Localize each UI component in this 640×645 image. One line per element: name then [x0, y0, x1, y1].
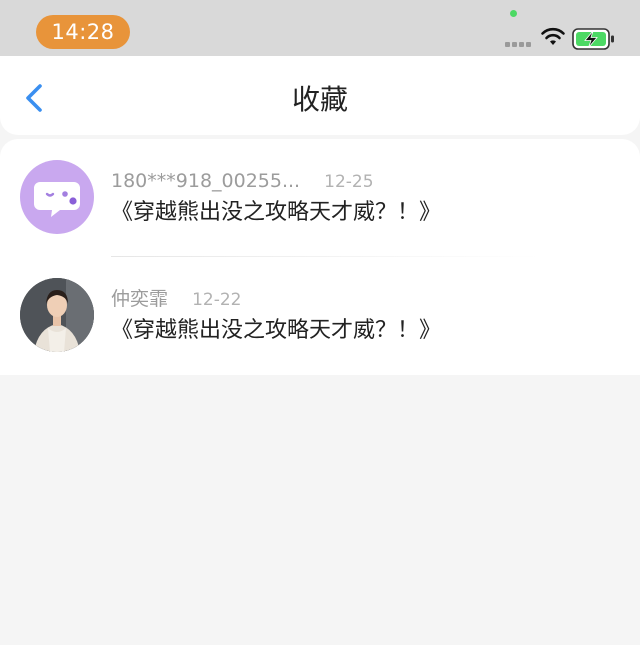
favorite-text[interactable]: 《穿越熊出没之攻略天才威？！》 [111, 315, 441, 347]
battery-charging-icon [572, 28, 614, 50]
list-item[interactable]: 180***918_00255... 12-25 《穿越熊出没之攻略天才威？！》 [0, 139, 640, 257]
user-photo [20, 278, 94, 352]
page-title: 收藏 [291, 83, 348, 116]
item-date: 12-22 [192, 290, 242, 310]
wifi-icon [541, 27, 565, 45]
user-name[interactable]: 仲奕霏 [111, 286, 168, 312]
user-name[interactable]: 180***918_00255... [111, 168, 300, 194]
item-meta: 180***918_00255... 12-25 [111, 168, 374, 194]
navigation-bar: 收藏 [0, 56, 640, 135]
status-bar: 14:28 [0, 0, 640, 56]
favorites-list: 180***918_00255... 12-25 《穿越熊出没之攻略天才威？！》… [0, 139, 640, 375]
camera-indicator-dot [510, 10, 517, 17]
status-time: 14:28 [36, 15, 130, 49]
avatar[interactable] [20, 278, 94, 352]
list-item[interactable]: 仲奕霏 12-22 《穿越熊出没之攻略天才威？！》 [0, 257, 640, 375]
item-date: 12-25 [324, 172, 374, 192]
favorite-text[interactable]: 《穿越熊出没之攻略天才威？！》 [111, 197, 441, 229]
item-meta: 仲奕霏 12-22 [111, 286, 241, 312]
signal-icon [505, 42, 535, 47]
avatar[interactable] [20, 160, 94, 234]
chat-bubble-wink-icon [34, 182, 80, 217]
